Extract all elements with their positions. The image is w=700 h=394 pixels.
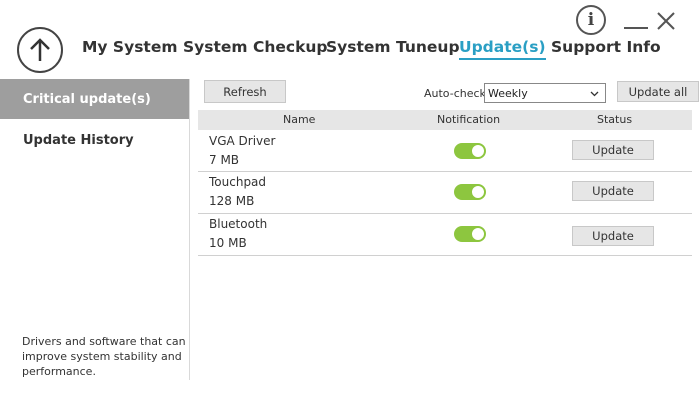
row-name: VGA Driver (209, 134, 276, 148)
toggle-knob (471, 144, 485, 158)
tab-updates[interactable]: Update(s) (459, 38, 546, 60)
autocheck-label: Auto-check (424, 87, 486, 100)
sidebar-item-critical-updates[interactable]: Critical update(s) (0, 79, 189, 119)
close-icon (657, 12, 675, 30)
notification-toggle[interactable] (454, 143, 486, 159)
tab-my-system[interactable]: My System (82, 38, 178, 56)
sidebar-item-update-history[interactable]: Update History (0, 120, 189, 160)
toggle-knob (471, 227, 485, 241)
up-button[interactable] (17, 27, 63, 73)
minimize-button[interactable] (622, 6, 650, 36)
info-button[interactable]: i (576, 5, 606, 35)
up-arrow-icon (30, 38, 50, 61)
sidebar-description: Drivers and software that can improve sy… (22, 335, 186, 378)
row-size: 7 MB (209, 153, 240, 167)
tab-support-info[interactable]: Support Info (551, 38, 661, 56)
table-row: Touchpad 128 MB Update (198, 172, 692, 214)
refresh-button[interactable]: Refresh (204, 80, 286, 103)
tab-system-checkup[interactable]: System Checkup (183, 38, 328, 56)
minimize-icon (624, 27, 648, 29)
update-button[interactable]: Update (572, 226, 654, 246)
autocheck-select[interactable]: Weekly (484, 83, 606, 103)
info-icon: i (587, 10, 595, 30)
row-size: 128 MB (209, 194, 255, 208)
update-all-button[interactable]: Update all (617, 81, 699, 102)
notification-toggle[interactable] (454, 184, 486, 200)
column-header-status: Status (597, 113, 633, 126)
table-row: Bluetooth 10 MB Update (198, 214, 692, 256)
toggle-knob (471, 185, 485, 199)
table-header: Name Notification Status (198, 110, 692, 130)
notification-toggle[interactable] (454, 226, 486, 242)
column-header-notification: Notification (437, 113, 501, 126)
tab-system-tuneup[interactable]: System Tuneup (326, 38, 460, 56)
update-button[interactable]: Update (572, 140, 654, 160)
autocheck-value: Weekly (488, 86, 528, 100)
row-name: Bluetooth (209, 217, 268, 231)
row-size: 10 MB (209, 236, 247, 250)
chevron-down-icon (590, 91, 599, 97)
close-button[interactable] (652, 6, 680, 36)
table-row: VGA Driver 7 MB Update (198, 131, 692, 172)
column-header-name: Name (283, 113, 316, 126)
update-button[interactable]: Update (572, 181, 654, 201)
row-name: Touchpad (209, 175, 267, 189)
sidebar: Critical update(s) Update History Driver… (0, 79, 190, 380)
